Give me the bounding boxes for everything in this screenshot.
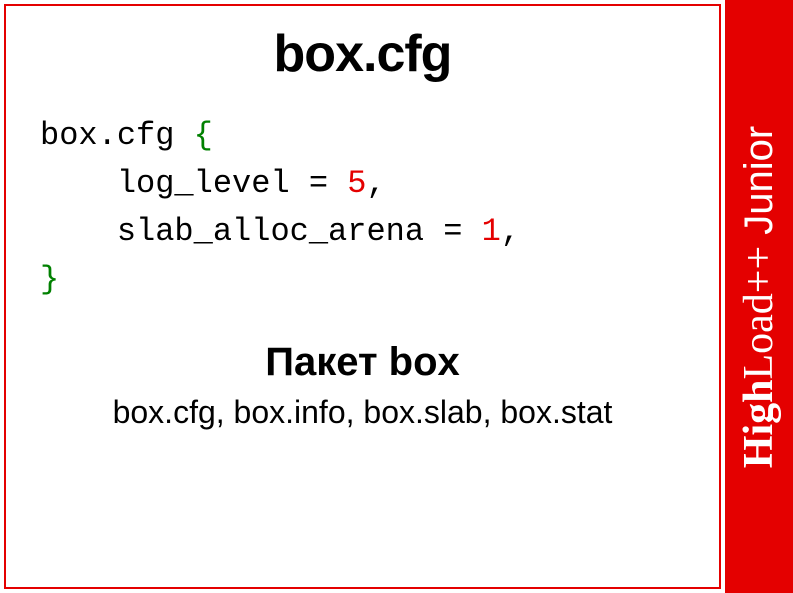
brand-load: Load++ xyxy=(736,245,782,379)
code-text: slab_alloc_arena = xyxy=(40,213,482,250)
section-body: box.cfg, box.info, box.slab, box.stat xyxy=(36,391,689,434)
code-text: , xyxy=(501,213,520,250)
brand-junior: Junior xyxy=(737,125,781,245)
slide: box.cfg box.cfg { log_level = 5, slab_al… xyxy=(0,0,793,593)
code-number: 5 xyxy=(347,165,366,202)
code-block: box.cfg { log_level = 5, slab_alloc_aren… xyxy=(40,112,689,304)
slide-content: box.cfg box.cfg { log_level = 5, slab_al… xyxy=(4,4,721,589)
code-text: , xyxy=(366,165,385,202)
brand-high: High xyxy=(736,379,782,468)
slide-title: box.cfg xyxy=(36,24,689,84)
brand-sidebar: HighLoad++ Junior xyxy=(725,0,793,593)
code-number: 1 xyxy=(482,213,501,250)
close-brace: } xyxy=(40,261,59,298)
open-brace: { xyxy=(194,117,213,154)
code-text: box.cfg xyxy=(40,117,194,154)
code-text: log_level = xyxy=(40,165,347,202)
brand-logo: HighLoad++ Junior xyxy=(735,125,783,467)
section-title: Пакет box xyxy=(36,340,689,385)
